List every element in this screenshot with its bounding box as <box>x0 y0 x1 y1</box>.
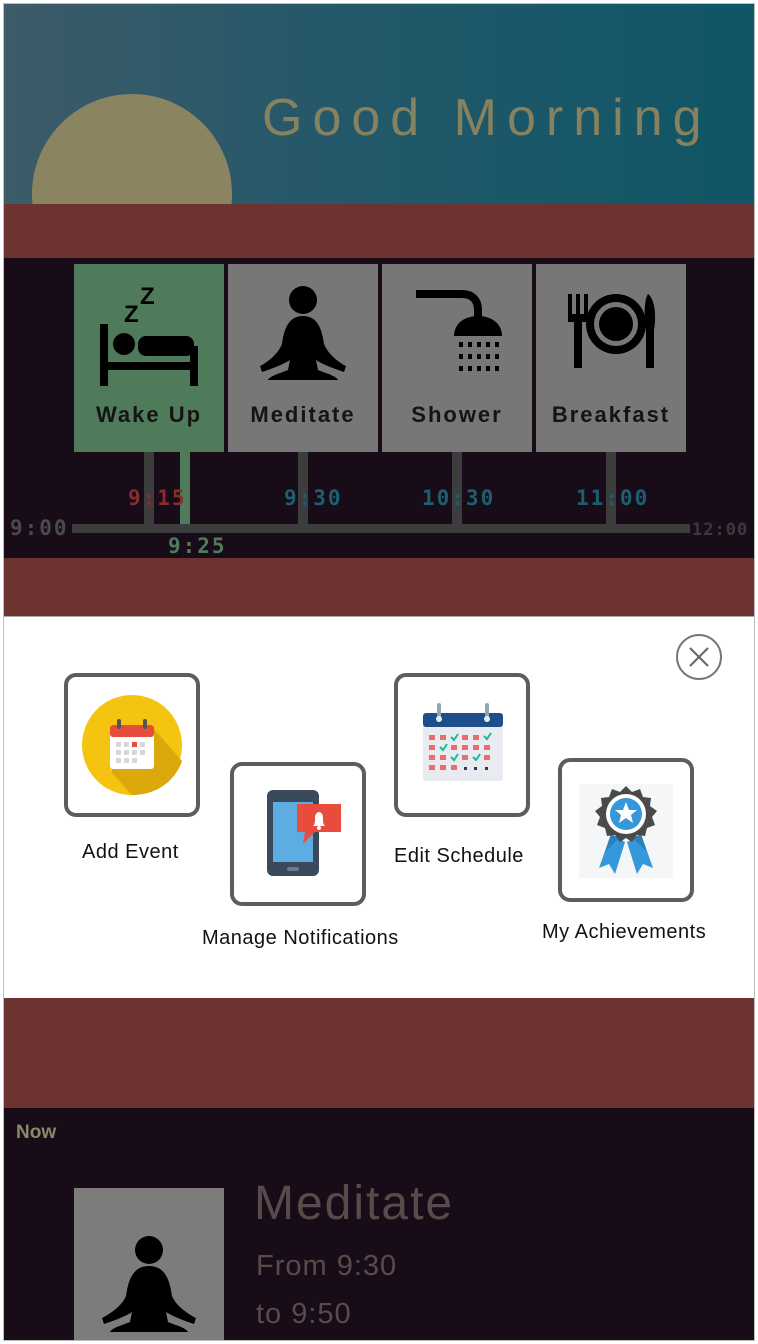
add-event-button[interactable] <box>64 673 200 817</box>
phone-notification-icon <box>245 780 351 888</box>
morning-header: Good Morning <box>4 4 754 204</box>
time-label: 11:00 <box>576 486 650 510</box>
award-ribbon-icon <box>573 776 679 884</box>
activity-card-shower[interactable]: Shower <box>382 264 532 452</box>
manage-notifications-button[interactable] <box>230 762 366 906</box>
app-screen: Good Morning Z Z Wake Up Meditate Shower… <box>4 4 754 1340</box>
now-label: Now <box>16 1122 57 1143</box>
time-label: 9:30 <box>284 486 343 510</box>
close-icon <box>689 647 709 667</box>
time-label-past: 9:15 <box>128 486 187 510</box>
current-time-label: 9:25 <box>168 534 227 558</box>
axis-start-label: 9:00 <box>10 516 69 540</box>
add-event-label: Add Event <box>82 841 179 863</box>
my-achievements-button[interactable] <box>558 758 694 902</box>
close-button[interactable] <box>676 634 722 680</box>
activity-card-wake-up[interactable]: Z Z Wake Up <box>74 264 224 452</box>
edit-schedule-label: Edit Schedule <box>394 845 524 867</box>
calendar-add-icon <box>79 691 185 799</box>
schedule-timeline: Z Z Wake Up Meditate Shower Breakfast 9:… <box>4 258 754 558</box>
sun-graphic <box>32 94 232 204</box>
bed-icon: Z Z <box>74 270 224 388</box>
activity-label: Breakfast <box>551 402 671 427</box>
greeting-title: Good Morning <box>262 89 712 147</box>
timeline-band <box>4 558 754 616</box>
activity-card-meditate[interactable]: Meditate <box>228 264 378 452</box>
meditation-icon <box>102 1236 196 1332</box>
manage-notifications-label: Manage Notifications <box>202 927 399 949</box>
now-section: Now Meditate From 9:30 to 9:50 <box>4 1108 754 1340</box>
edit-schedule-button[interactable] <box>394 673 530 817</box>
calendar-schedule-icon <box>409 691 515 799</box>
header-band <box>4 204 754 258</box>
my-achievements-label: My Achievements <box>542 921 707 943</box>
quick-actions-menu: Add Event Manage Notifications Edit Sche… <box>4 616 754 1000</box>
plate-cutlery-icon <box>536 270 686 388</box>
activity-label: Shower <box>411 402 503 427</box>
activity-card-breakfast[interactable]: Breakfast <box>536 264 686 452</box>
svg-text:Z: Z <box>140 283 155 310</box>
activity-label: Wake Up <box>95 402 203 427</box>
shower-icon <box>382 270 532 388</box>
now-start-time: From 9:30 <box>256 1250 398 1282</box>
svg-text:Z: Z <box>124 301 139 328</box>
meditation-icon <box>228 270 378 388</box>
time-label: 10:30 <box>422 486 496 510</box>
lower-band <box>4 998 754 1108</box>
now-activity-title: Meditate <box>254 1177 455 1230</box>
now-activity-image[interactable] <box>74 1188 224 1340</box>
now-end-time: to 9:50 <box>256 1298 352 1330</box>
timeline-axis <box>72 524 690 533</box>
activity-label: Meditate <box>250 402 356 427</box>
axis-end-label: 12:00 <box>692 520 749 540</box>
